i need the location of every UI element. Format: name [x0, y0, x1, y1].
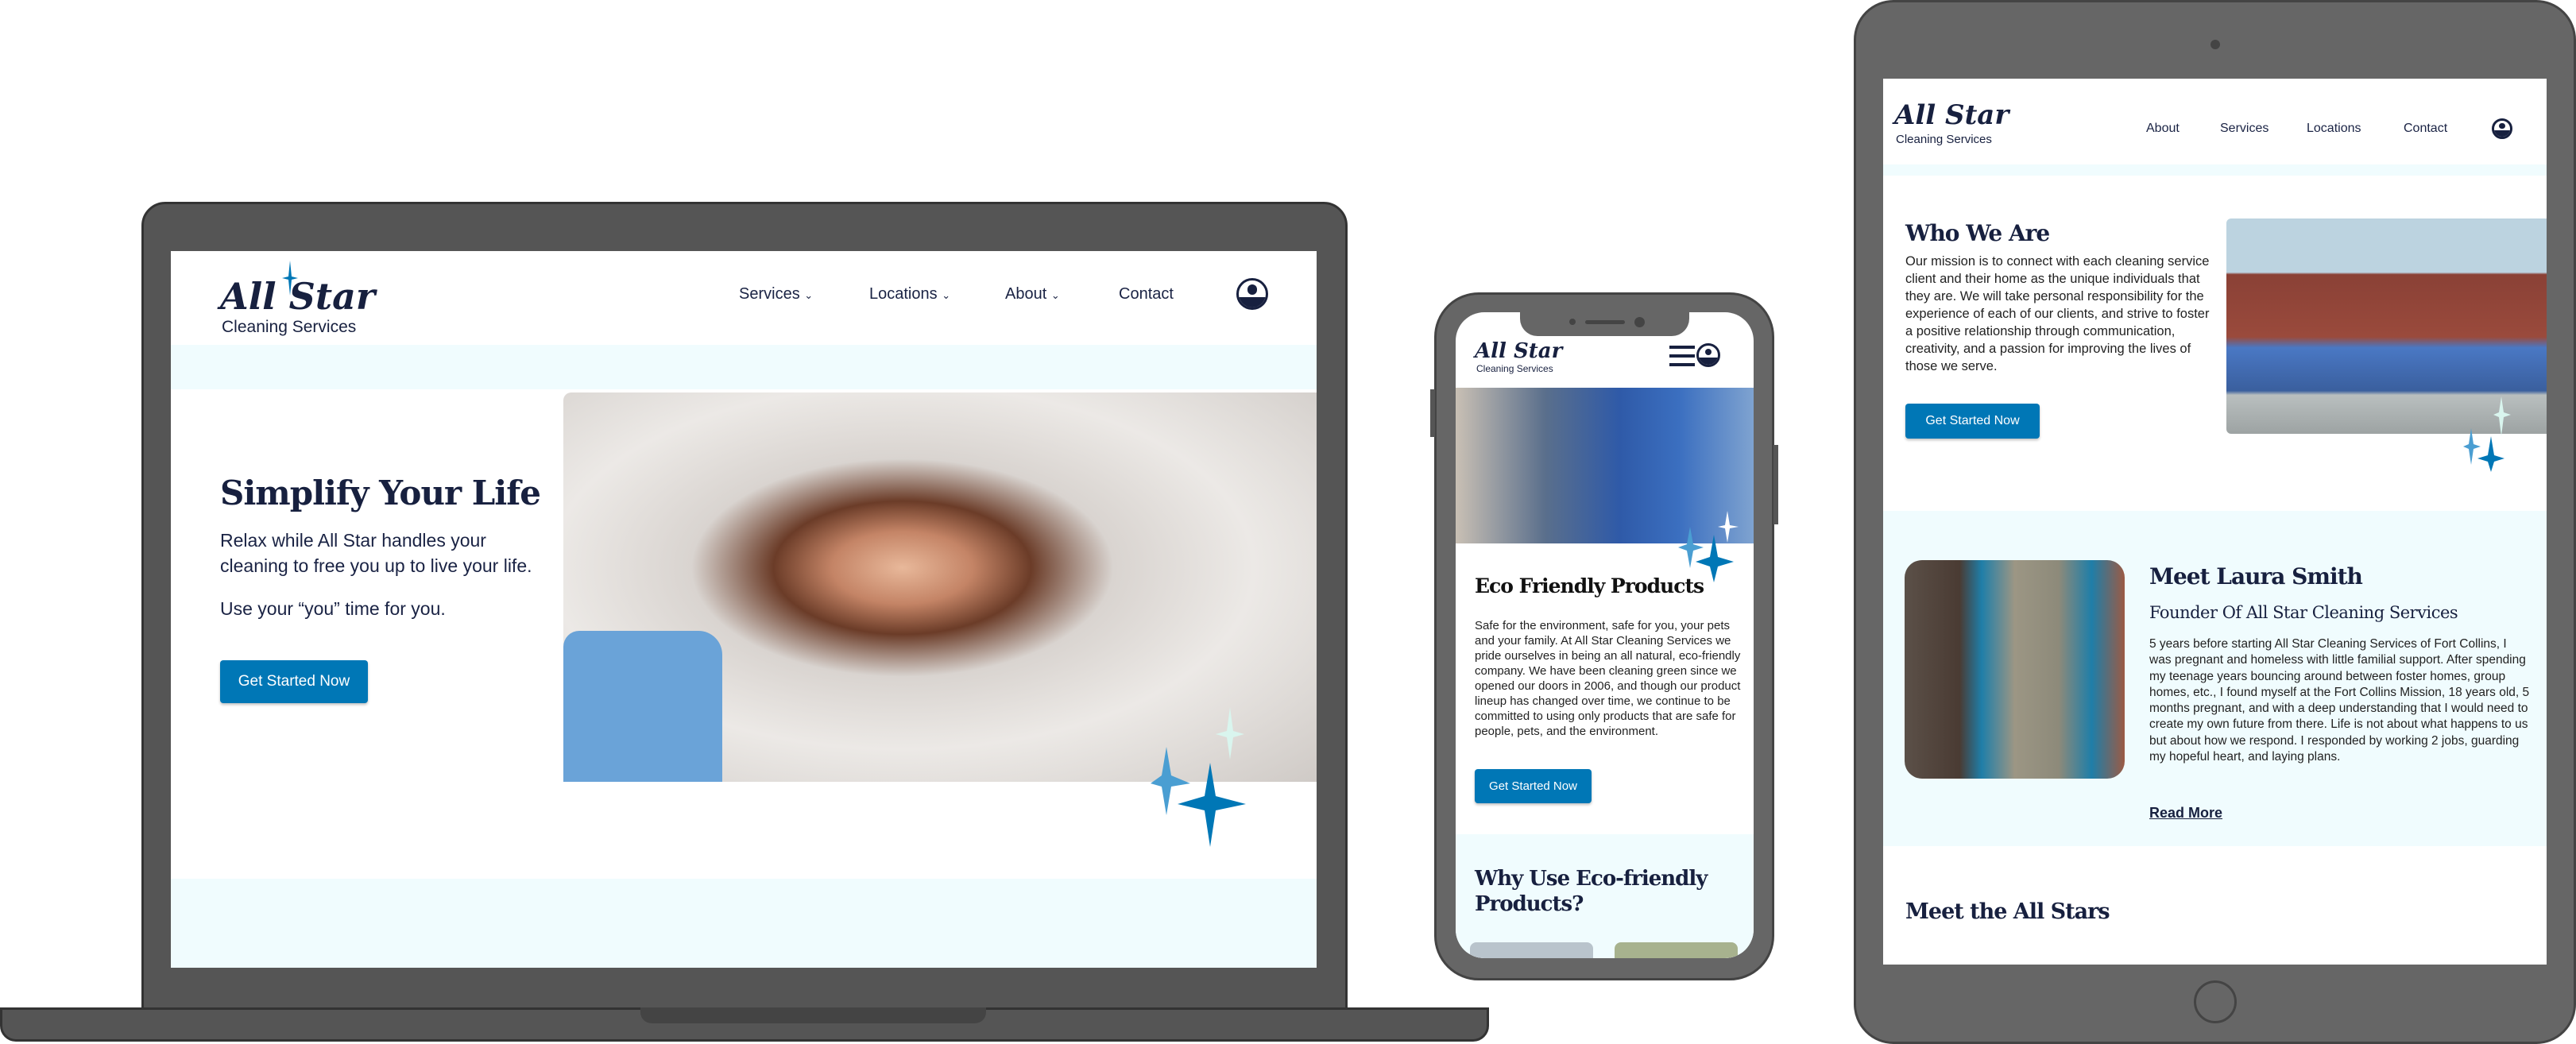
team-title: Meet the All Stars: [1905, 899, 2110, 924]
laptop-screen: All Star Cleaning Services Services ⌄ Lo…: [171, 251, 1317, 968]
phone-screen: All Star Cleaning Services Eco Friendly …: [1456, 312, 1754, 958]
chevron-down-icon: ⌄: [804, 289, 814, 301]
header-band: [1883, 164, 2547, 176]
founder-section: Meet Laura Smith Founder Of All Star Cle…: [1883, 511, 2547, 846]
nav-about[interactable]: About ⌄: [1005, 285, 1060, 304]
why-image: [1470, 942, 1593, 958]
hero-subtext: Use your “you” time for you.: [220, 598, 446, 619]
nav-label: About: [1005, 285, 1047, 303]
nav-locations[interactable]: Locations: [2307, 122, 2361, 136]
logo-tagline: Cleaning Services: [1896, 133, 1992, 146]
founder-text: 5 years before starting All Star Cleanin…: [2149, 637, 2530, 764]
who-title: Who We Are: [1905, 220, 2050, 246]
nav-label: Locations: [869, 285, 938, 303]
phone-side-button: [1430, 389, 1435, 437]
header-band: [171, 345, 1317, 389]
logo-wordmark: All Star: [1894, 99, 2009, 131]
get-started-button[interactable]: Get Started Now: [1905, 404, 2040, 439]
logo-tagline: Cleaning Services: [1476, 363, 1553, 374]
nav-contact[interactable]: Contact: [2404, 122, 2447, 136]
nav-about[interactable]: About: [2146, 122, 2180, 136]
sparkle-icon: [1151, 707, 1246, 847]
why-title: Why Use Eco-friendly Products?: [1475, 867, 1708, 916]
phone-side-button: [1773, 445, 1778, 524]
get-started-button[interactable]: Get Started Now: [1475, 769, 1592, 803]
nav-services[interactable]: Services ⌄: [739, 285, 813, 304]
cleaning-cloth: [563, 631, 722, 782]
bottom-band: [171, 879, 1317, 968]
why-section: Why Use Eco-friendly Products?: [1456, 834, 1754, 958]
logo-tagline: Cleaning Services: [222, 318, 357, 336]
user-circle-icon[interactable]: [2492, 118, 2512, 139]
founder-name: Meet Laura Smith: [2149, 563, 2363, 590]
hero-text: Relax while All Star handles your cleani…: [220, 530, 532, 577]
chevron-down-icon: ⌄: [942, 289, 951, 301]
nav-contact[interactable]: Contact: [1119, 285, 1174, 304]
founder-subtitle: Founder Of All Star Cleaning Services: [2149, 603, 2458, 622]
sparkle-icon: [2463, 396, 2511, 472]
tablet-camera: [2210, 40, 2220, 49]
nav-services[interactable]: Services: [2220, 122, 2269, 136]
get-started-button[interactable]: Get Started Now: [220, 660, 368, 703]
who-text: Our mission is to connect with each clea…: [1905, 254, 2210, 373]
user-circle-icon[interactable]: [1696, 343, 1720, 367]
chevron-down-icon: ⌄: [1050, 289, 1060, 301]
founder-photo: [1905, 560, 2125, 779]
laptop-base-notch: [640, 1007, 986, 1023]
logo-wordmark: All Star: [1475, 339, 1563, 363]
nav-locations[interactable]: Locations ⌄: [869, 285, 950, 304]
nav-label: Services: [739, 285, 800, 303]
logo[interactable]: All Star Cleaning Services: [1894, 96, 2021, 152]
eco-title: Eco Friendly Products: [1475, 574, 1704, 597]
logo[interactable]: All Star Cleaning Services: [220, 261, 379, 336]
eco-text: Safe for the environment, safe for you, …: [1475, 619, 1741, 738]
why-image: [1615, 942, 1738, 958]
sparkle-icon: [1678, 511, 1739, 582]
phone-notch: [1520, 312, 1689, 336]
logo-star-icon: [282, 261, 298, 296]
read-more-link[interactable]: Read More: [2149, 805, 2222, 822]
tablet-home-button[interactable]: [2194, 980, 2237, 1023]
hamburger-icon[interactable]: [1669, 346, 1695, 366]
logo[interactable]: All Star Cleaning Services: [1475, 336, 1570, 376]
tablet-screen: All Star Cleaning Services About Service…: [1883, 79, 2547, 965]
hero-title: Simplify Your Life: [220, 474, 541, 512]
user-circle-icon[interactable]: [1236, 278, 1268, 310]
